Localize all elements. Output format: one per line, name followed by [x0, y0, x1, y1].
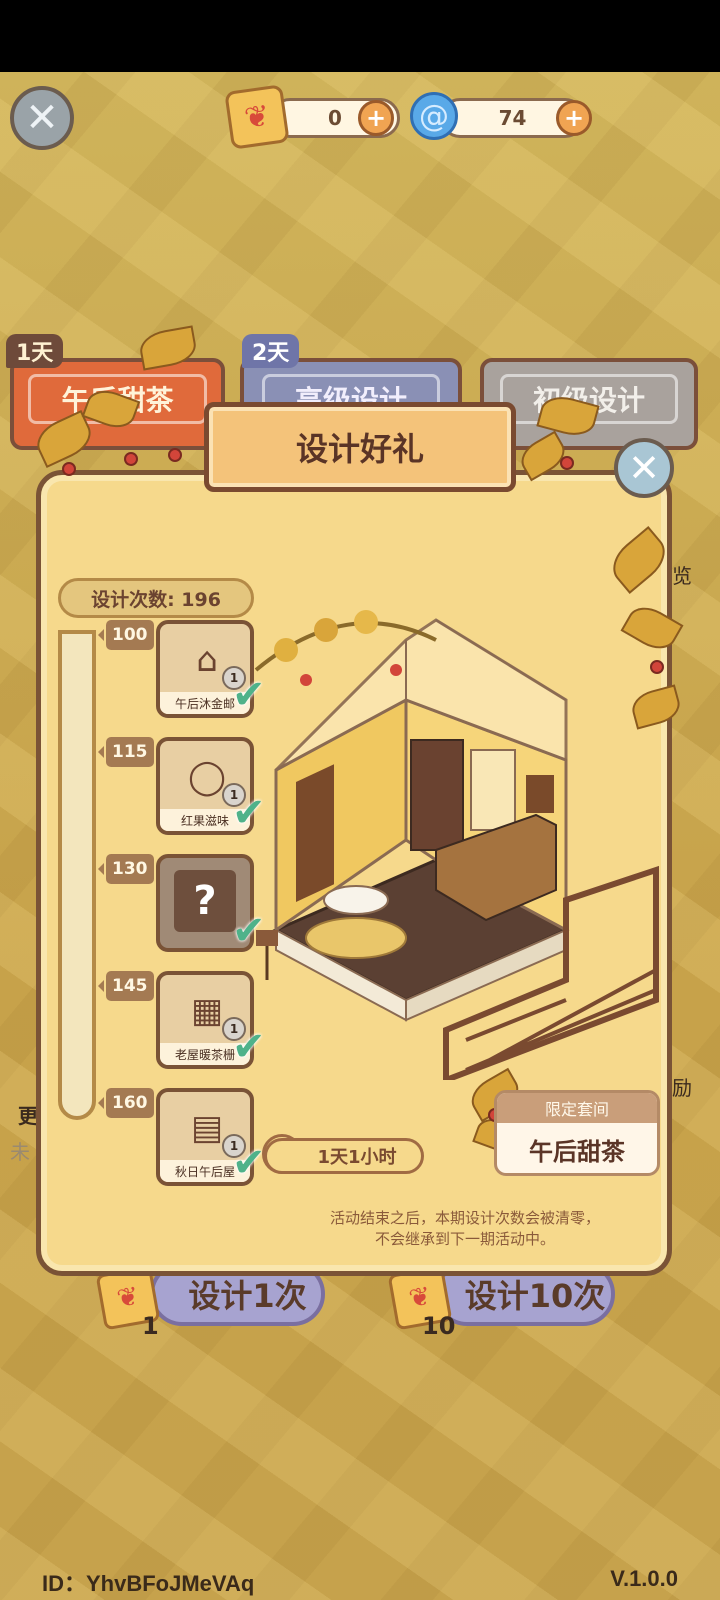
app-version: V.1.0.0 — [610, 1566, 678, 1591]
cost-count: 1 — [142, 1312, 159, 1340]
ticket-icon: ❦ — [224, 84, 290, 150]
milestone-label: 130 — [98, 854, 154, 884]
side-label: 览 — [672, 564, 692, 588]
close-icon: ✕ — [25, 95, 59, 141]
close-icon: ✕ — [628, 446, 660, 490]
berry-decoration — [124, 452, 138, 466]
question-mark-icon: ? — [174, 870, 236, 932]
berry-decoration — [560, 456, 574, 470]
milestone-label: 160 — [98, 1088, 154, 1118]
limited-suite-card: 限定套间 午后甜茶 — [494, 1090, 660, 1176]
progress-track — [58, 630, 96, 1120]
add-tickets-button[interactable]: + — [358, 100, 394, 136]
reset-notice: 活动结束之后，本期设计次数会被清零， 不会继承到下一期活动中。 — [290, 1208, 640, 1250]
berry-decoration — [62, 462, 76, 476]
day-badge: 2天 — [242, 334, 300, 368]
side-label: 更 — [18, 1104, 38, 1128]
player-id: ID：YhvBFoJMeVAq — [42, 1571, 255, 1596]
design-count-label: 设计次数: 196 — [58, 578, 254, 618]
notice-line: 不会继承到下一期活动中。 — [374, 1230, 555, 1248]
room-illustration-svg — [254, 610, 659, 1085]
event-timer: 1天1小时 — [264, 1138, 424, 1174]
timer-text: 1天1小时 — [317, 1147, 397, 1168]
status-bar — [0, 0, 720, 72]
close-button[interactable]: ✕ — [10, 86, 74, 150]
button-label: 设计1次 — [188, 1277, 307, 1315]
add-swirl-button[interactable]: + — [556, 100, 592, 136]
modal-close-button[interactable]: ✕ — [614, 438, 674, 498]
ticket-count: 0 — [328, 106, 342, 130]
notice-line: 活动结束之后，本期设计次数会被清零， — [329, 1209, 600, 1227]
side-label: 未 — [10, 1140, 30, 1164]
swirl-count: 74 — [498, 106, 527, 130]
milestone-label: 115 — [98, 737, 154, 767]
milestone-label: 145 — [98, 971, 154, 1001]
limited-suite-header: 限定套间 — [497, 1093, 657, 1123]
day-badge: 1天 — [6, 334, 64, 368]
room-illustration — [236, 600, 676, 1085]
cost-count: 10 — [422, 1312, 456, 1340]
milestone-label: 100 — [98, 620, 154, 650]
button-label: 设计10次 — [464, 1277, 606, 1315]
swirl-icon: @ — [410, 92, 458, 140]
berry-decoration — [168, 448, 182, 462]
limited-suite-name: 午后甜茶 — [529, 1137, 625, 1166]
modal-title: 设计好礼 — [204, 402, 516, 492]
